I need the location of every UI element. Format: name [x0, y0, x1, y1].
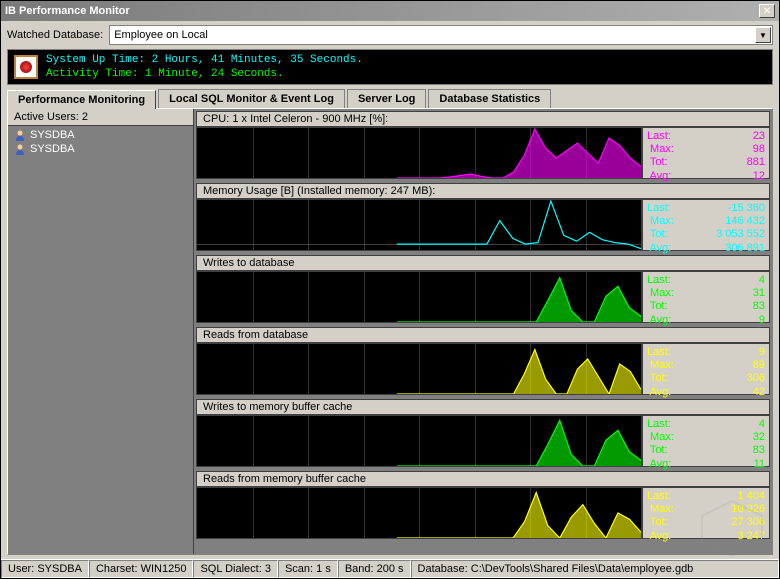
tab-server-log[interactable]: Server Log — [347, 89, 426, 108]
user-icon — [14, 129, 26, 141]
status-user: User: SYSDBA — [1, 560, 89, 578]
metric-body: Last:9 Max:89 Tot:306 Avg:42 — [196, 343, 770, 395]
metric-title: CPU: 1 x Intel Celeron - 900 MHz [%]: — [196, 111, 770, 127]
user-label: SYSDBA — [30, 129, 75, 141]
metric-block: Writes to memory buffer cacheLast:4 Max:… — [196, 399, 770, 467]
system-uptime-text: System Up Time: 2 Hours, 41 Minutes, 35 … — [46, 54, 363, 66]
metric-block: Memory Usage [B] (Installed memory: 247 … — [196, 183, 770, 251]
list-item[interactable]: SYSDBA — [10, 142, 191, 156]
metric-stats: Last:9 Max:89 Tot:306 Avg:42 — [642, 343, 770, 395]
watched-label: Watched Database: — [7, 29, 103, 41]
metric-title: Memory Usage [B] (Installed memory: 247 … — [196, 183, 770, 199]
app-window: IB Performance Monitor ✕ Watched Databas… — [0, 0, 780, 579]
metric-title: Writes to database — [196, 255, 770, 271]
watched-database-row: Watched Database: Employee on Local ▼ — [1, 21, 779, 49]
metric-body: Last:4 Max:32 Tot:83 Avg:11 — [196, 415, 770, 467]
status-banner: System Up Time: 2 Hours, 41 Minutes, 35 … — [7, 49, 773, 85]
list-item[interactable]: SYSDBA — [10, 128, 191, 142]
metric-title: Writes to memory buffer cache — [196, 399, 770, 415]
metric-block: Reads from memory buffer cacheLast:1 404… — [196, 471, 770, 539]
metric-graph — [196, 343, 642, 395]
watched-database-select[interactable]: Employee on Local ▼ — [109, 25, 773, 45]
dropdown-arrow-icon[interactable]: ▼ — [755, 27, 771, 43]
activity-time-text: Activity Time: 1 Minute, 24 Seconds. — [46, 68, 363, 80]
metric-graph — [196, 127, 642, 179]
user-label: SYSDBA — [30, 143, 75, 155]
metric-body: Last:4 Max:31 Tot:83 Avg:9 — [196, 271, 770, 323]
watched-database-value: Employee on Local — [114, 29, 208, 41]
metric-graph — [196, 199, 642, 251]
user-list: SYSDBA SYSDBA — [8, 126, 193, 158]
metric-block: CPU: 1 x Intel Celeron - 900 MHz [%]:Las… — [196, 111, 770, 179]
metric-stats: Last:-15 360 Max:146 432 Tot:3 053 552 A… — [642, 199, 770, 251]
titlebar: IB Performance Monitor ✕ — [1, 1, 779, 21]
content-area: Active Users: 2 SYSDBA SYSDBA CPU: 1 x I… — [7, 108, 773, 555]
metric-stats: Last:1 404 Max:10 926 Tot:27 306 Avg:3 2… — [642, 487, 770, 539]
metric-block: Writes to databaseLast:4 Max:31 Tot:83 A… — [196, 255, 770, 323]
tab-database-statistics[interactable]: Database Statistics — [428, 89, 551, 108]
status-band: Band: 200 s — [338, 560, 411, 578]
active-users-header: Active Users: 2 — [8, 109, 193, 126]
metric-graph — [196, 271, 642, 323]
tabs: Performance Monitoring Local SQL Monitor… — [7, 89, 773, 108]
status-charset: Charset: WIN1250 — [89, 560, 193, 578]
status-dialect: SQL Dialect: 3 — [193, 560, 278, 578]
metric-stats: Last:4 Max:31 Tot:83 Avg:9 — [642, 271, 770, 323]
metric-body: Last:-15 360 Max:146 432 Tot:3 053 552 A… — [196, 199, 770, 251]
metric-stats: Last:23 Max:98 Tot:881 Avg:12 — [642, 127, 770, 179]
close-button[interactable]: ✕ — [759, 4, 775, 18]
metric-graph — [196, 487, 642, 539]
metric-block: Reads from databaseLast:9 Max:89 Tot:306… — [196, 327, 770, 395]
metric-stats: Last:4 Max:32 Tot:83 Avg:11 — [642, 415, 770, 467]
metric-title: Reads from database — [196, 327, 770, 343]
metric-body: Last:1 404 Max:10 926 Tot:27 306 Avg:3 2… — [196, 487, 770, 539]
monitor-icon — [14, 55, 38, 79]
status-database: Database: C:\DevTools\Shared Files\Data\… — [411, 560, 779, 578]
metrics-panel: CPU: 1 x Intel Celeron - 900 MHz [%]:Las… — [194, 109, 772, 554]
tab-performance-monitoring[interactable]: Performance Monitoring — [7, 90, 156, 109]
sidebar: Active Users: 2 SYSDBA SYSDBA — [8, 109, 194, 554]
status-bar: User: SYSDBA Charset: WIN1250 SQL Dialec… — [1, 559, 779, 578]
metric-graph — [196, 415, 642, 467]
user-icon — [14, 143, 26, 155]
status-scan: Scan: 1 s — [278, 560, 338, 578]
tab-local-sql-monitor[interactable]: Local SQL Monitor & Event Log — [158, 89, 345, 108]
metric-body: Last:23 Max:98 Tot:881 Avg:12 — [196, 127, 770, 179]
metric-title: Reads from memory buffer cache — [196, 471, 770, 487]
window-title: IB Performance Monitor — [5, 5, 130, 17]
